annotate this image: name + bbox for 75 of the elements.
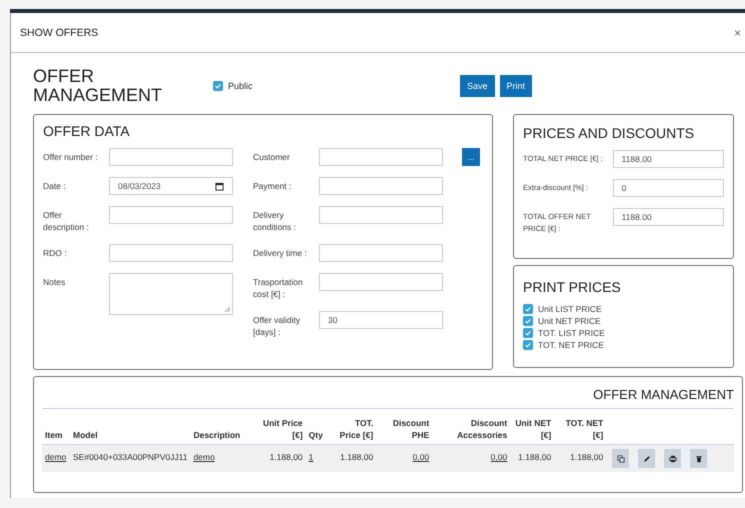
table-cell: SE#0040+033A00PNPV0JJ11 <box>73 452 188 462</box>
column-header: Unit NET [€] <box>515 418 552 440</box>
table-link[interactable]: 0,00 <box>412 452 430 462</box>
table-title: OFFER MANAGEMENT <box>42 387 734 409</box>
field-label: Offer validity [days] : <box>253 314 302 338</box>
column-header: Item <box>45 430 62 440</box>
section-title: PRICES AND DISCOUNTS <box>523 125 696 141</box>
column-header: Discount PHE <box>392 418 430 440</box>
dialog-title: SHOW OFFERS <box>20 26 98 38</box>
checkbox[interactable] <box>523 316 533 326</box>
customer-picker-button[interactable]: ... <box>462 148 480 166</box>
delete-button[interactable] <box>690 449 708 468</box>
print-button[interactable] <box>664 449 682 468</box>
table-cell: 1.188,00 <box>570 452 604 462</box>
table-link[interactable]: 0,00 <box>490 452 508 462</box>
column-header: TOT. Price [€] <box>340 418 374 440</box>
action-button[interactable]: Save <box>460 75 495 97</box>
section-title: PRINT PRICES <box>523 279 622 295</box>
page-title: OFFER MANAGEMENT <box>33 67 164 105</box>
field-label: Notes <box>43 276 66 288</box>
input-field[interactable] <box>109 244 233 262</box>
table-link[interactable]: demo <box>45 452 66 462</box>
input-field[interactable] <box>319 273 443 291</box>
column-header: TOT. NET [€] <box>566 418 604 440</box>
table-cell: 1.188,00 <box>518 452 552 462</box>
checkbox-label: Unit NET PRICE <box>538 316 601 326</box>
field-label: Customer <box>253 151 291 163</box>
table-link[interactable]: 1 <box>308 452 314 462</box>
notes-field[interactable] <box>109 273 233 315</box>
close-button[interactable]: × <box>734 26 745 40</box>
checkbox-label: TOT. LIST PRICE <box>538 328 605 338</box>
input-field[interactable] <box>109 206 233 224</box>
field-label: Delivery conditions : <box>253 209 297 233</box>
field-label: Offer number : <box>43 151 99 163</box>
field-label: Date : <box>43 180 67 192</box>
checkbox-label: Public <box>228 81 253 91</box>
input-field[interactable] <box>319 177 443 195</box>
input-field[interactable]: 30 <box>319 311 443 329</box>
column-header: Description <box>193 430 240 440</box>
edit-button[interactable] <box>638 449 656 468</box>
input-field[interactable] <box>319 148 443 166</box>
table-cell: 1.188,00 <box>340 452 374 462</box>
input-field[interactable] <box>109 148 233 166</box>
field-label: Trasportation cost [€] : <box>253 276 304 300</box>
field-label: RDO : <box>43 247 68 259</box>
checkbox[interactable] <box>523 304 533 314</box>
input-field[interactable]: 0 <box>612 179 724 197</box>
checkbox[interactable] <box>523 328 533 338</box>
field-label: Delivery time : <box>253 247 308 259</box>
column-header: Discount Accessories <box>457 418 508 440</box>
column-header: Unit Price [€] <box>262 418 303 440</box>
checkbox-label: TOT. NET PRICE <box>538 340 604 350</box>
input-field[interactable] <box>319 244 443 262</box>
field-label: Payment : <box>253 180 292 192</box>
checkbox[interactable] <box>213 81 223 91</box>
column-header: Model <box>73 430 98 440</box>
field-label: Offer description : <box>43 209 90 233</box>
date-field[interactable]: 08/03/2023 <box>109 177 233 195</box>
checkbox-label: Unit LIST PRICE <box>538 304 602 314</box>
printer-icon <box>668 454 677 462</box>
input-field[interactable]: 1188.00 <box>612 150 724 168</box>
copy-icon <box>616 454 625 462</box>
copy-button[interactable] <box>612 449 630 468</box>
input-field[interactable] <box>319 206 443 224</box>
action-button[interactable]: Print <box>500 75 532 97</box>
calendar-icon <box>215 182 224 190</box>
section-title: OFFER DATA <box>43 123 131 139</box>
checkbox[interactable] <box>523 340 533 350</box>
table-cell: 1.188,00 <box>270 452 303 462</box>
trash-icon <box>694 454 703 462</box>
resize-grip-icon <box>224 306 230 312</box>
pencil-icon <box>642 454 651 462</box>
table-link[interactable]: demo <box>193 452 215 462</box>
input-field[interactable]: 1188.00 <box>612 208 724 226</box>
column-header: Qty <box>308 430 323 440</box>
